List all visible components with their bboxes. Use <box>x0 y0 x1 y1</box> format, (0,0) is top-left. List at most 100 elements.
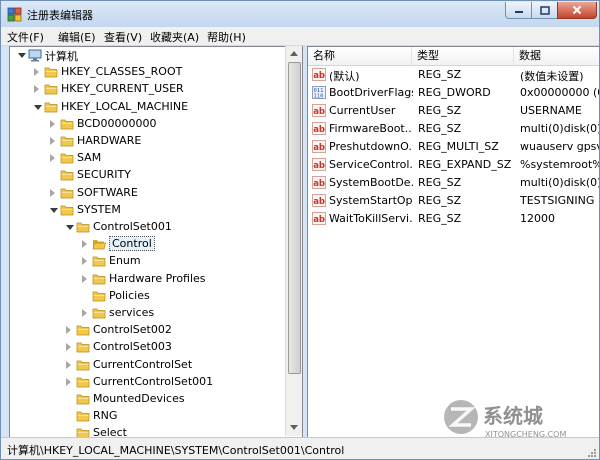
close-button[interactable] <box>557 2 597 19</box>
expand-arrow-icon[interactable] <box>34 85 39 94</box>
string-value-icon: ab <box>312 194 326 207</box>
value-type-cell: REG_SZ <box>418 176 462 189</box>
collapse-arrow-icon[interactable] <box>18 53 26 58</box>
tree-node[interactable]: ControlSet003 <box>10 339 290 356</box>
column-header-data[interactable]: 数据 <box>514 47 599 65</box>
string-value-icon: ab <box>312 104 326 117</box>
scroll-down-button[interactable] <box>286 420 302 435</box>
value-name-cell: CurrentUser <box>329 104 396 117</box>
tree-node-label: ControlSet003 <box>93 340 172 354</box>
registry-editor-icon <box>7 7 22 22</box>
tree-node-label: HARDWARE <box>77 134 142 147</box>
expand-arrow-icon[interactable] <box>66 360 71 369</box>
resize-grip-icon[interactable] <box>587 448 597 458</box>
tree-node[interactable]: ControlSet001 <box>10 219 290 236</box>
collapse-arrow-icon[interactable] <box>34 104 42 110</box>
tree-node[interactable]: Policies <box>10 288 290 305</box>
tree-node[interactable]: HARDWARE <box>10 133 290 150</box>
expand-arrow-icon[interactable] <box>82 240 87 249</box>
value-row[interactable]: ab ServiceControl... REG_EXPAND_SZ %systemr… <box>308 156 600 174</box>
value-row[interactable]: ab SystemBootDe... REG_SZ multi(0)disk(0)rd… <box>308 174 599 192</box>
folder-icon <box>76 222 90 233</box>
tree-node[interactable]: SAM <box>10 150 290 167</box>
scroll-thumb[interactable] <box>288 62 301 374</box>
tree-node-label: HKEY_CLASSES_ROOT <box>61 65 183 79</box>
value-data-cell: 12000 <box>520 212 555 225</box>
scroll-up-icon <box>290 51 298 56</box>
expand-arrow-icon[interactable] <box>82 257 87 266</box>
tree-node[interactable]: Control <box>10 236 290 253</box>
value-data-cell: %systemroot% <box>520 158 600 171</box>
folder-icon <box>76 360 90 370</box>
expand-arrow-icon[interactable] <box>50 188 55 197</box>
tree-node[interactable]: HKEY_CLASSES_ROOT <box>10 64 290 81</box>
menu-edit[interactable]: 编辑(E) <box>58 29 96 45</box>
value-row[interactable]: ab (默认) REG_SZ (数值未设置) <box>308 66 599 84</box>
minimize-button[interactable] <box>505 2 532 19</box>
menu-favorites[interactable]: 收藏夹(A) <box>150 29 199 45</box>
tree-node[interactable]: RNG <box>10 408 290 425</box>
value-row[interactable]: ab CurrentUser REG_SZ USERNAME <box>308 102 599 120</box>
collapse-arrow-icon[interactable] <box>66 225 74 230</box>
value-row[interactable]: ab WaitToKillServi... REG_SZ 12000 <box>308 210 599 228</box>
value-name-cell: ServiceControl... <box>329 158 413 171</box>
tree-node-label: SECURITY <box>77 168 131 182</box>
folder-icon <box>92 291 106 302</box>
key-tree-pane[interactable]: 计算机 HKEY_CLASSES_ROOT HKEY_CURRENT_USER HKE… <box>9 46 303 438</box>
scroll-up-button[interactable] <box>286 46 302 61</box>
expand-arrow-icon[interactable] <box>50 119 55 128</box>
expand-arrow-icon[interactable] <box>82 309 87 317</box>
values-list-pane[interactable]: 名称 类型 数据 ab (默认) REG_SZ (数值未设置) 011 110 BootDr… <box>307 46 600 438</box>
value-name-cell: BootDriverFlags <box>329 86 413 99</box>
collapse-arrow-icon[interactable] <box>50 207 58 213</box>
tree-node[interactable]: 计算机 <box>10 47 290 64</box>
tree-node[interactable]: SYSTEM <box>10 202 290 219</box>
tree-node[interactable]: CurrentControlSet <box>10 357 290 374</box>
tree-node[interactable]: SECURITY <box>10 167 290 184</box>
menu-view[interactable]: 查看(V) <box>104 29 142 45</box>
value-row[interactable]: ab PreshutdownO... REG_MULTI_SZ wuauserv gp… <box>308 138 599 156</box>
tree-node[interactable]: SOFTWARE <box>10 185 290 202</box>
tree-node[interactable]: Enum <box>10 253 290 270</box>
column-header-name[interactable]: 名称 <box>308 47 412 65</box>
expand-arrow-icon[interactable] <box>66 343 71 352</box>
tree-scrollbar[interactable] <box>285 46 302 436</box>
tree-node[interactable]: BCD00000000 <box>10 116 290 133</box>
menu-file[interactable]: 文件(F) <box>7 29 44 45</box>
maximize-button[interactable] <box>531 2 558 19</box>
tree-node-label: Enum <box>109 254 141 268</box>
expand-arrow-icon[interactable] <box>50 154 55 163</box>
tree-node[interactable]: CurrentControlSet001 <box>10 374 290 391</box>
menu-help[interactable]: 帮助(H) <box>207 29 246 45</box>
value-row[interactable]: ab FirmwareBoot... REG_SZ multi(0)disk(0)rd… <box>308 120 599 138</box>
value-type-cell: REG_SZ <box>418 122 462 135</box>
expand-arrow-icon[interactable] <box>66 377 71 386</box>
tree-node-label: CurrentControlSet <box>93 357 193 371</box>
tree-node[interactable]: HKEY_LOCAL_MACHINE <box>10 99 290 116</box>
tree-node-label: HKEY_CURRENT_USER <box>61 82 184 96</box>
svg-text:ab: ab <box>313 179 325 189</box>
expand-arrow-icon[interactable] <box>50 137 55 145</box>
tree-node-label: CurrentControlSet001 <box>93 374 214 388</box>
folder-icon <box>92 274 106 284</box>
value-name-cell: FirmwareBoot... <box>329 122 413 135</box>
tree-node[interactable]: MountedDevices <box>10 391 290 408</box>
folder-icon <box>44 102 58 112</box>
tree-node[interactable]: services <box>10 305 290 322</box>
tree-node-label: Policies <box>109 288 150 302</box>
watermark-subtext: XITONGCHENG.COM <box>485 430 566 439</box>
expand-arrow-icon[interactable] <box>34 68 39 77</box>
title-bar[interactable]: 注册表编辑器 <box>1 1 599 27</box>
expand-arrow-icon[interactable] <box>66 326 71 335</box>
scroll-down-icon <box>290 425 298 430</box>
tree-node[interactable]: HKEY_CURRENT_USER <box>10 81 290 98</box>
tree-node[interactable]: Hardware Profiles <box>10 271 290 288</box>
tree-node-label: ControlSet001 <box>93 220 172 233</box>
value-row[interactable]: ab SystemStartOp... REG_SZ TESTSIGNING <box>308 192 599 210</box>
current-key-path: 计算机\HKEY_LOCAL_MACHINE\SYSTEM\ControlSet… <box>7 444 345 457</box>
column-header-type[interactable]: 类型 <box>412 47 514 65</box>
tree-node[interactable]: ControlSet002 <box>10 322 290 339</box>
value-row[interactable]: 011 110 BootDriverFlags REG_DWORD 0x00000000… <box>308 84 599 102</box>
expand-arrow-icon[interactable] <box>82 274 87 283</box>
tree-node-label: SOFTWARE <box>77 185 138 199</box>
